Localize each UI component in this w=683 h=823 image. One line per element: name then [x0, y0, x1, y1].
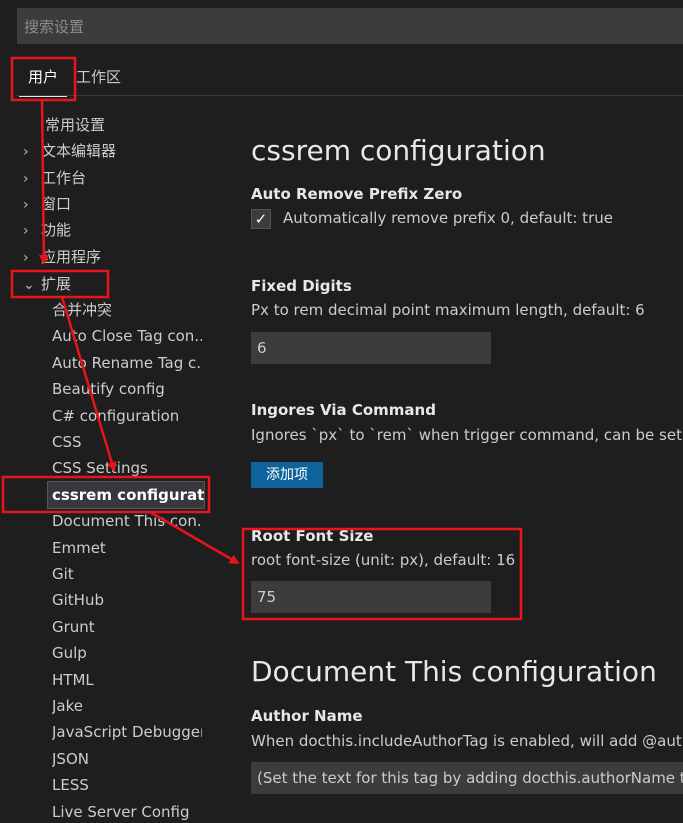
- tree-item-common[interactable]: 常用设置: [27, 112, 105, 138]
- setting-title-fixed-digits: Fixed Digits: [251, 277, 352, 295]
- search-input[interactable]: 搜索设置: [17, 8, 683, 44]
- tree-item-workbench[interactable]: › 工作台: [23, 165, 86, 191]
- setting-title-ignores: Ingores Via Command: [251, 401, 436, 419]
- tree-item-label: 应用程序: [41, 248, 102, 266]
- ext-item-less[interactable]: LESS: [52, 772, 202, 798]
- tree-item-text-editor[interactable]: › 文本编辑器: [23, 138, 116, 164]
- tree-item-application[interactable]: › 应用程序: [23, 244, 101, 270]
- ext-item-live-server[interactable]: Live Server Config: [52, 799, 202, 823]
- tabs-divider: [17, 95, 683, 96]
- ext-item-grunt[interactable]: Grunt: [52, 614, 202, 640]
- root-font-size-input[interactable]: 75: [251, 581, 491, 613]
- ext-item-csharp[interactable]: C# configuration: [52, 403, 202, 429]
- ext-item-beautify[interactable]: Beautify config: [52, 376, 202, 402]
- tree-item-extensions[interactable]: ⌄ 扩展: [23, 271, 71, 297]
- chevron-right-icon: ›: [23, 197, 29, 213]
- setting-desc-ignores: Ignores `px` to `rem` when trigger comma…: [251, 426, 683, 444]
- setting-desc-author-name: When docthis.includeAuthorTag is enabled…: [251, 732, 683, 750]
- ext-item-git[interactable]: Git: [52, 561, 202, 587]
- setting-desc-auto-remove: Automatically remove prefix 0, default: …: [283, 209, 613, 227]
- tree-item-label: 工作台: [41, 169, 87, 187]
- setting-title-auto-remove: Auto Remove Prefix Zero: [251, 185, 463, 203]
- chevron-right-icon: ›: [23, 223, 29, 239]
- setting-title-root-font: Root Font Size: [251, 527, 374, 545]
- ext-item-css[interactable]: CSS: [52, 429, 202, 455]
- tree-item-window[interactable]: › 窗口: [23, 191, 71, 217]
- ext-item-cssrem[interactable]: cssrem configurat...: [47, 481, 205, 509]
- chevron-right-icon: ›: [23, 250, 29, 266]
- ext-item-auto-close-tag[interactable]: Auto Close Tag con...: [52, 323, 202, 349]
- ext-item-html[interactable]: HTML: [52, 667, 202, 693]
- ext-item-merge-conflict[interactable]: 合并冲突: [52, 297, 202, 323]
- chevron-down-icon: ⌄: [23, 277, 35, 293]
- tree-item-features[interactable]: › 功能: [23, 217, 71, 243]
- ext-item-github[interactable]: GitHub: [52, 587, 202, 613]
- fixed-digits-input[interactable]: 6: [251, 332, 491, 364]
- ext-item-document-this[interactable]: Document This con...: [52, 508, 202, 534]
- section-title-cssrem: cssrem configuration: [251, 134, 546, 167]
- chevron-right-icon: ›: [23, 171, 29, 187]
- tab-user[interactable]: 用户: [19, 56, 68, 97]
- ext-item-emmet[interactable]: Emmet: [52, 535, 202, 561]
- ext-item-gulp[interactable]: Gulp: [52, 640, 202, 666]
- auto-remove-checkbox[interactable]: ✓: [251, 209, 271, 229]
- tree-item-label: 窗口: [41, 195, 72, 213]
- tab-workspace[interactable]: 工作区: [67, 56, 130, 96]
- setting-desc-fixed-digits: Px to rem decimal point maximum length, …: [251, 301, 645, 319]
- ext-item-json[interactable]: JSON: [52, 746, 202, 772]
- ext-item-css-settings[interactable]: CSS Settings: [52, 455, 202, 481]
- setting-desc-root-font: root font-size (unit: px), default: 16: [251, 551, 516, 569]
- ext-item-js-debugger[interactable]: JavaScript Debugger: [52, 719, 202, 745]
- add-item-button[interactable]: 添加项: [251, 462, 323, 488]
- tree-item-label: 常用设置: [45, 116, 106, 134]
- ext-item-jake[interactable]: Jake: [52, 693, 202, 719]
- chevron-right-icon: ›: [23, 144, 29, 160]
- ext-item-auto-rename-tag[interactable]: Auto Rename Tag c...: [52, 350, 202, 376]
- tree-item-label: 文本编辑器: [41, 142, 117, 160]
- tree-item-label: 功能: [41, 221, 72, 239]
- tree-item-label: 扩展: [41, 275, 72, 293]
- section-title-document-this: Document This configuration: [251, 655, 657, 688]
- setting-title-author-name: Author Name: [251, 707, 363, 725]
- author-name-input[interactable]: (Set the text for this tag by adding doc…: [251, 762, 683, 794]
